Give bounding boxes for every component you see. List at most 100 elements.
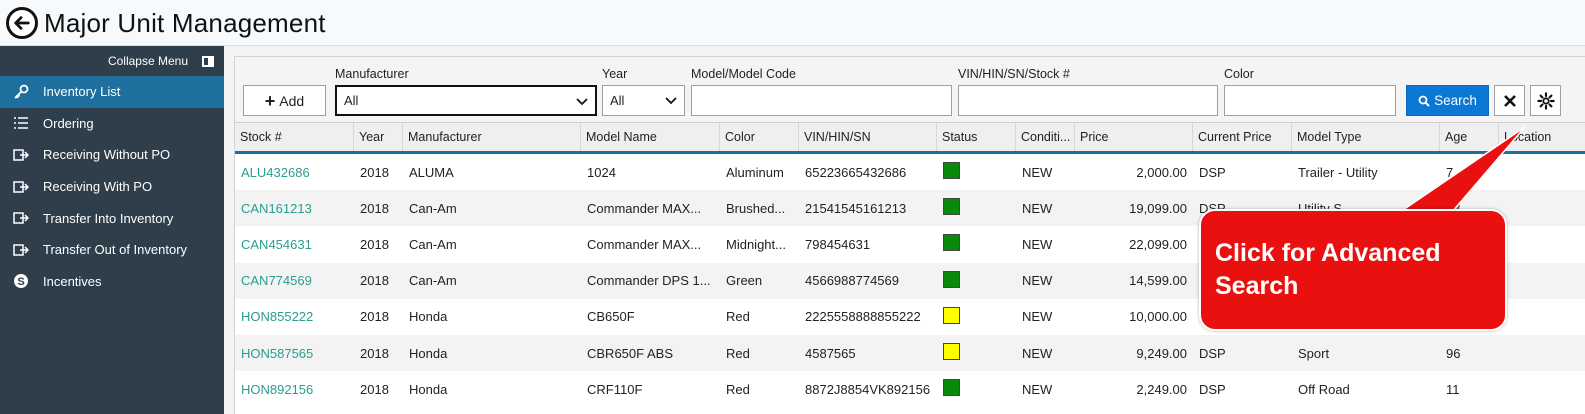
cell-condition: NEW bbox=[1022, 381, 1053, 397]
status-indicator bbox=[943, 306, 960, 324]
add-button[interactable]: + Add bbox=[243, 85, 326, 116]
back-button[interactable] bbox=[6, 7, 38, 39]
cell-vin: 798454631 bbox=[805, 236, 871, 252]
sidebar-item-ordering[interactable]: Ordering bbox=[0, 108, 224, 140]
sidebar-item-receiving-with-po[interactable]: Receiving With PO bbox=[0, 171, 224, 203]
cell-status bbox=[937, 306, 1016, 327]
advanced-search-button[interactable] bbox=[1530, 85, 1561, 116]
cell-vin: 4587565 bbox=[805, 345, 856, 361]
status-indicator bbox=[943, 270, 960, 288]
cell-year: 2018 bbox=[360, 200, 389, 216]
cell-model: CRF110F bbox=[587, 381, 643, 397]
cell-manufacturer: Honda bbox=[409, 309, 448, 325]
sidebar-item-label: Inventory List bbox=[43, 84, 121, 100]
cell-status bbox=[937, 162, 1016, 182]
model-label: Model/Model Code bbox=[691, 67, 796, 81]
color-input[interactable] bbox=[1224, 85, 1396, 116]
cell-year: 2018 bbox=[360, 381, 389, 397]
receive-icon bbox=[12, 178, 30, 196]
page-title: Major Unit Management bbox=[44, 8, 326, 38]
transfer-out-icon bbox=[12, 241, 30, 259]
sidebar-item-label: Ordering bbox=[43, 115, 94, 131]
cell-year: 2018 bbox=[360, 164, 389, 180]
column-header-condition[interactable]: Conditi... bbox=[1016, 123, 1075, 151]
chevron-down-icon bbox=[576, 98, 588, 106]
sidebar-item-receiving-without-po[interactable]: Receiving Without PO bbox=[0, 139, 224, 171]
cell-price: 14,599.00 bbox=[1129, 273, 1187, 289]
column-header-color[interactable]: Color bbox=[720, 123, 799, 151]
model-input[interactable] bbox=[691, 85, 952, 116]
cell-stock[interactable]: HON892156 bbox=[235, 382, 354, 397]
cell-model-type: Sport bbox=[1298, 345, 1330, 361]
column-header-current-price[interactable]: Current Price bbox=[1193, 123, 1292, 151]
cell-price: 19,099.00 bbox=[1129, 200, 1187, 216]
cell-condition: NEW bbox=[1022, 273, 1053, 289]
column-header-location[interactable]: Location bbox=[1499, 123, 1585, 151]
cell-stock[interactable]: HON855222 bbox=[235, 309, 354, 324]
column-header-age[interactable]: Age bbox=[1440, 123, 1499, 151]
table-row[interactable]: ALU432686 2018 ALUMA 1024 Aluminum 6522366543… bbox=[235, 154, 1585, 190]
sidebar-item-transfer-into-inventory[interactable]: Transfer Into Inventory bbox=[0, 202, 224, 234]
cell-condition: NEW bbox=[1022, 236, 1053, 252]
key-icon bbox=[12, 83, 30, 101]
cell-manufacturer: Can-Am bbox=[409, 236, 457, 252]
table-header: Stock # Year Manufacturer Model Name Col… bbox=[235, 123, 1585, 154]
column-header-model-name[interactable]: Model Name bbox=[581, 123, 720, 151]
column-header-status[interactable]: Status bbox=[937, 123, 1016, 151]
year-value: All bbox=[610, 93, 625, 108]
cell-stock[interactable]: HON587565 bbox=[235, 346, 354, 361]
collapse-menu-button[interactable]: Collapse Menu bbox=[0, 46, 224, 76]
callout-text-line2: Search bbox=[1215, 272, 1299, 300]
table-row[interactable]: HON587565 2018 Honda CBR650F ABS Red 4587565 N… bbox=[235, 334, 1585, 372]
search-icon bbox=[1418, 95, 1430, 107]
year-select[interactable]: All bbox=[602, 85, 685, 116]
sidebar-item-label: Incentives bbox=[43, 273, 102, 289]
status-indicator bbox=[943, 343, 960, 361]
svg-text:S: S bbox=[17, 276, 24, 288]
color-label: Color bbox=[1224, 67, 1254, 81]
sidebar-item-transfer-out-of-inventory[interactable]: Transfer Out of Inventory bbox=[0, 234, 224, 266]
collapse-menu-label: Collapse Menu bbox=[107, 54, 188, 68]
cell-stock[interactable]: CAN161213 bbox=[235, 201, 354, 216]
column-header-vin[interactable]: VIN/HIN/SN bbox=[799, 123, 937, 151]
vin-input[interactable] bbox=[958, 85, 1218, 116]
cell-color: Brushed... bbox=[726, 200, 786, 216]
table-row[interactable]: HON892156 2018 Honda CRF110F Red 8872J8854VK8… bbox=[235, 371, 1585, 407]
receive-icon bbox=[12, 146, 30, 164]
search-button[interactable]: Search bbox=[1406, 85, 1489, 116]
cell-age: 96 bbox=[1446, 345, 1461, 361]
sidebar-item-label: Receiving Without PO bbox=[43, 147, 171, 163]
list-icon bbox=[12, 114, 30, 132]
sidebar-item-inventory-list[interactable]: Inventory List bbox=[0, 76, 224, 108]
cell-model: 1024 bbox=[587, 164, 616, 180]
cell-status bbox=[937, 234, 1016, 254]
column-header-model-type[interactable]: Model Type bbox=[1292, 123, 1440, 151]
cell-stock[interactable]: ALU432686 bbox=[235, 165, 354, 180]
column-header-price[interactable]: Price bbox=[1075, 123, 1193, 151]
cell-stock[interactable]: CAN774569 bbox=[235, 273, 354, 288]
cell-color: Aluminum bbox=[726, 164, 784, 180]
cell-price: 9,249.00 bbox=[1136, 345, 1187, 361]
cell-model: CB650F bbox=[587, 309, 635, 325]
column-header-stock[interactable]: Stock # bbox=[235, 123, 354, 151]
sidebar-item-incentives[interactable]: S Incentives bbox=[0, 266, 224, 298]
column-header-year[interactable]: Year bbox=[354, 123, 403, 151]
cell-model: Commander MAX... bbox=[587, 236, 702, 252]
year-label: Year bbox=[602, 67, 628, 81]
cell-manufacturer: Can-Am bbox=[409, 200, 457, 216]
manufacturer-select[interactable]: All bbox=[335, 85, 597, 116]
cell-status bbox=[937, 379, 1016, 399]
close-icon bbox=[1503, 94, 1516, 107]
clear-search-button[interactable] bbox=[1494, 85, 1525, 116]
cell-price: 2,000.00 bbox=[1136, 164, 1187, 180]
cell-stock[interactable]: CAN454631 bbox=[235, 237, 354, 252]
sidebar-item-label: Receiving With PO bbox=[43, 179, 153, 195]
cell-model: Commander MAX... bbox=[587, 200, 702, 216]
cell-manufacturer: Honda bbox=[409, 345, 448, 361]
cell-color: Red bbox=[726, 309, 750, 325]
cell-vin: 8872J8854VK892156 bbox=[805, 381, 931, 397]
column-header-manufacturer[interactable]: Manufacturer bbox=[403, 123, 581, 151]
sidebar-item-label: Transfer Into Inventory bbox=[43, 210, 174, 226]
cell-price: 2,249.00 bbox=[1136, 381, 1187, 397]
cell-current-price: DSP bbox=[1199, 381, 1226, 397]
